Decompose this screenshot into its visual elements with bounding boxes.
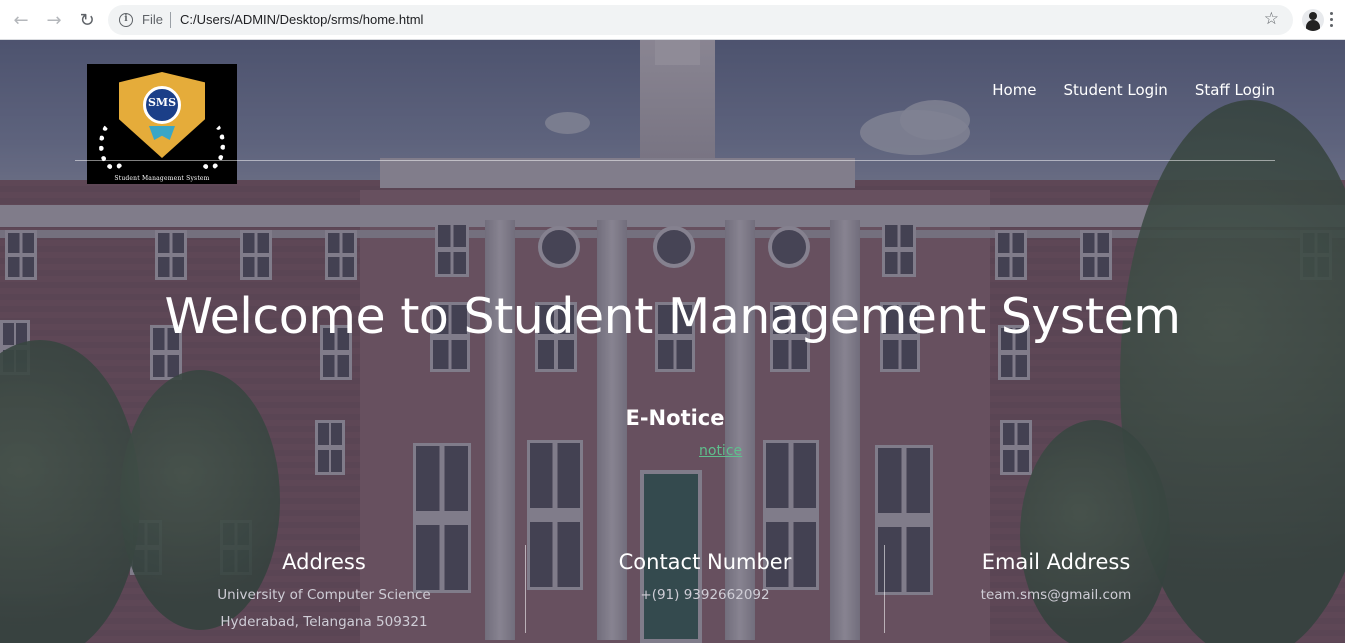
nav-student-login-link[interactable]: Student Login [1064, 81, 1168, 99]
nav-staff-login-link[interactable]: Staff Login [1195, 81, 1275, 99]
browser-toolbar: ← → ↻ i File C:/Users/ADMIN/Desktop/srms… [0, 0, 1345, 40]
info-icon[interactable]: i [119, 13, 133, 27]
scheme-label: File [142, 12, 163, 27]
main-nav: Home Student Login Staff Login [992, 81, 1275, 99]
address-line-1: University of Computer Science [217, 587, 431, 603]
bookmark-star-icon[interactable]: ☆ [1264, 9, 1279, 29]
page-body: SMS Student Management System Home Stude… [0, 40, 1345, 643]
e-notice-heading: E-Notice [625, 406, 725, 430]
notice-link[interactable]: notice [699, 443, 742, 459]
address-section: Address University of Computer Science H… [175, 550, 473, 636]
address-separator [170, 12, 171, 28]
header-divider [75, 160, 1275, 161]
logo-caption: Student Management System [114, 175, 210, 182]
address-bar[interactable]: i File C:/Users/ADMIN/Desktop/srms/home.… [108, 5, 1293, 35]
sms-logo[interactable]: SMS Student Management System [87, 64, 237, 184]
logo-badge-text: SMS [147, 96, 177, 109]
column-divider [884, 545, 885, 633]
hero-title: Welcome to Student Management System [164, 288, 1181, 345]
address-heading: Address [282, 550, 366, 574]
forward-arrow-icon[interactable]: → [42, 8, 66, 32]
contact-heading: Contact Number [618, 550, 792, 574]
email-heading: Email Address [981, 550, 1131, 574]
nav-home-link[interactable]: Home [992, 81, 1036, 99]
back-arrow-icon[interactable]: ← [9, 8, 33, 32]
url-text[interactable]: C:/Users/ADMIN/Desktop/srms/home.html [180, 12, 423, 27]
email-address: team.sms@gmail.com [980, 587, 1132, 603]
profile-avatar-icon[interactable] [1302, 9, 1324, 31]
reload-icon[interactable]: ↻ [75, 8, 99, 32]
address-line-2: Hyderabad, Telangana 509321 [220, 614, 428, 630]
column-divider [525, 545, 526, 633]
kebab-menu-icon[interactable] [1330, 12, 1334, 28]
contact-section: Contact Number +(91) 9392662092 [555, 550, 855, 609]
email-section: Email Address team.sms@gmail.com [905, 550, 1207, 609]
contact-number: +(91) 9392662092 [640, 587, 770, 603]
